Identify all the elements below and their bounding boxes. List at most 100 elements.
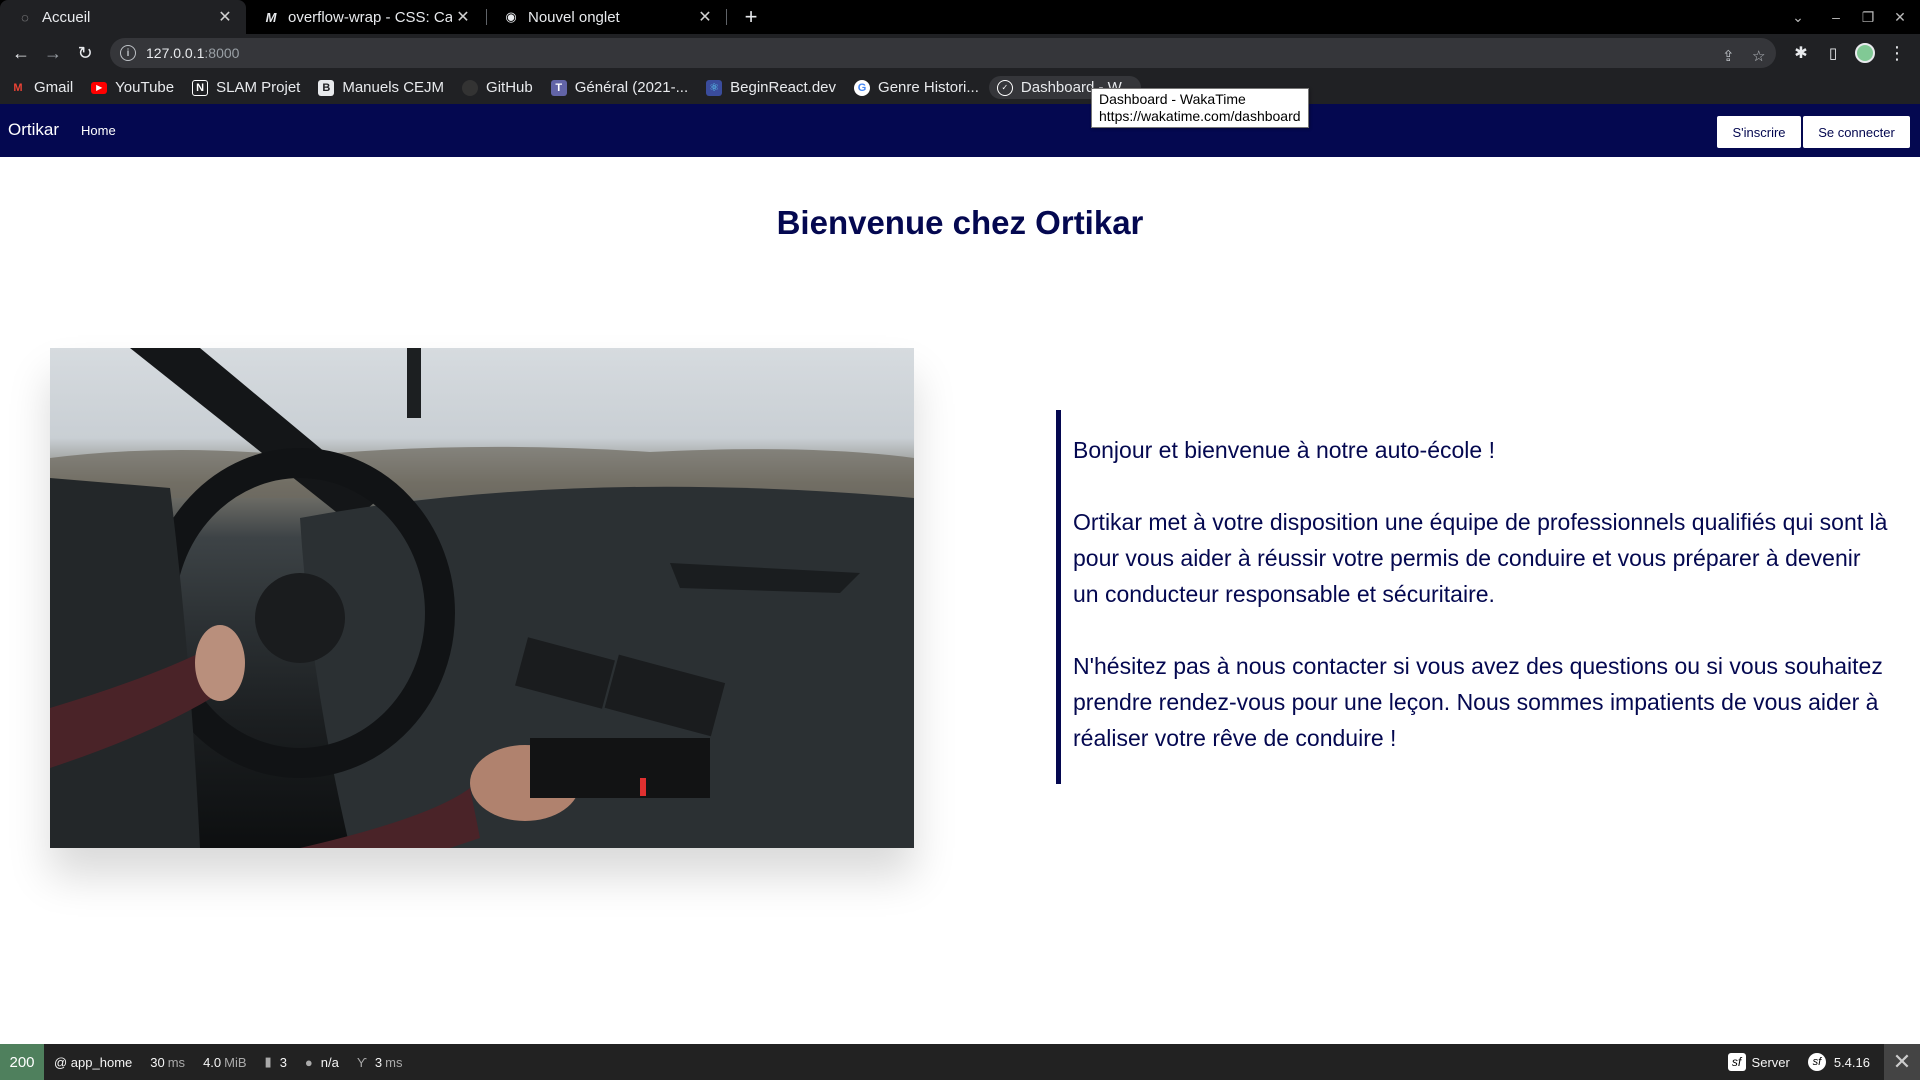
car-interior-photo [50, 348, 914, 848]
status-badge[interactable]: 200 [0, 1044, 44, 1080]
menu-icon[interactable]: ⋮ [1884, 40, 1910, 66]
back-icon[interactable]: ← [8, 40, 34, 66]
google-icon: G [854, 79, 871, 96]
bookmark-beginreact[interactable]: ⚛ BeginReact.dev [706, 79, 836, 96]
chrome-icon: ◉ [505, 9, 517, 24]
tab-nouvel-onglet[interactable]: ◉ Nouvel onglet ✕ [486, 0, 726, 34]
wakatime-icon: ✓ [996, 79, 1013, 96]
new-tab-button[interactable]: + [738, 4, 764, 30]
bookmark-gmail[interactable]: M Gmail [10, 79, 73, 96]
browser-toolbar: ← → ↻ i 127.0.0.1 :8000 ⇪ ☆ ✱ ▯ ⋮ [0, 34, 1920, 71]
nav-home-link[interactable]: Home [81, 123, 116, 138]
github-icon [462, 79, 479, 96]
twig-unit: ms [385, 1054, 403, 1070]
bookmark-label: Général (2021-... [574, 79, 689, 96]
bookmark-label: BeginReact.dev [730, 79, 837, 96]
notion-icon: N [192, 79, 209, 96]
gmail-icon: M [13, 81, 23, 94]
bookmark-label: GitHub [486, 79, 533, 96]
forward-icon[interactable]: → [40, 40, 66, 66]
signup-button[interactable]: S'inscrire [1717, 116, 1801, 148]
book-icon: B [318, 79, 335, 96]
version-item[interactable]: sf 5.4.16 [1807, 1053, 1870, 1071]
memory-value: 4.0 [203, 1054, 222, 1070]
tab-divider [726, 9, 727, 25]
side-panel-icon[interactable]: ▯ [1820, 40, 1846, 66]
extensions-icon[interactable]: ✱ [1788, 40, 1814, 66]
twig-value: 3 [374, 1054, 383, 1070]
globe-icon: ◌ [21, 9, 29, 25]
bookmark-label: Gmail [34, 79, 74, 96]
bookmark-label: SLAM Projet [216, 79, 301, 96]
symfony-debug-toolbar: 200 @ app_home 30 ms 4.0 MiB ▮ 3 ● n/a ϒ… [0, 1044, 1920, 1080]
minimize-icon[interactable]: – [1820, 0, 1852, 34]
tab-title: Nouvel onglet [528, 8, 620, 26]
tooltip-title: Dashboard - WakaTime [1099, 91, 1246, 107]
url-port: :8000 [204, 45, 240, 61]
site-info-icon[interactable]: i [120, 45, 136, 61]
bookmark-label: Manuels CEJM [342, 79, 445, 96]
bookmark-slam-projet[interactable]: N SLAM Projet [192, 79, 300, 96]
tab-title: overflow-wrap - CSS: Casc [288, 8, 452, 26]
time-unit: ms [167, 1054, 186, 1070]
welcome-paragraph: Bonjour et bienvenue à notre auto-école … [1073, 437, 1495, 463]
version-value: 5.4.16 [1833, 1054, 1870, 1070]
route-item[interactable]: @ app_home [54, 1055, 132, 1070]
brand-logo[interactable]: Ortikar [8, 120, 59, 140]
close-toolbar-button[interactable]: ✕ [1884, 1044, 1920, 1080]
close-icon[interactable]: ✕ [214, 7, 236, 27]
close-icon[interactable]: ✕ [694, 7, 716, 27]
user-value: n/a [320, 1054, 339, 1070]
memory-unit: MiB [224, 1054, 247, 1070]
bookmark-manuels-cejm[interactable]: B Manuels CEJM [318, 79, 444, 96]
tab-search-icon[interactable]: ⌄ [1782, 0, 1814, 34]
bookmarks-bar: M Gmail ▶ YouTube N SLAM Projet B Manuel… [0, 71, 1920, 104]
site-navbar: Ortikar Home S'inscrire Se connecter [0, 104, 1920, 157]
user-icon: ● [304, 1054, 313, 1070]
twig-item[interactable]: ϒ 3 ms [357, 1055, 403, 1070]
url-host: 127.0.0.1 [146, 45, 205, 61]
memory-item[interactable]: 4.0 MiB [203, 1055, 246, 1070]
profile-avatar[interactable] [1852, 40, 1878, 66]
tab-overflow-wrap[interactable]: M overflow-wrap - CSS: Casc ✕ [246, 0, 484, 34]
window-close-icon[interactable]: ✕ [1884, 0, 1916, 34]
symfony-icon: sf [1727, 1053, 1746, 1071]
bookmark-general[interactable]: T Général (2021-... [550, 79, 689, 96]
tooltip-url: https://wakatime.com/dashboard [1099, 108, 1301, 124]
welcome-paragraph: N'hésitez pas à nous contacter si vous a… [1073, 653, 1883, 751]
db-queries-value: 3 [279, 1054, 287, 1070]
bookmark-tooltip: Dashboard - WakaTime https://wakatime.co… [1091, 88, 1309, 128]
teams-icon: T [550, 79, 567, 96]
database-item[interactable]: ▮ 3 [265, 1054, 287, 1070]
time-value: 30 [150, 1054, 165, 1070]
debug-toolbar-right: sf Server sf 5.4.16 ✕ [1718, 1044, 1920, 1080]
user-item[interactable]: ● n/a [305, 1055, 339, 1070]
database-icon: ▮ [264, 1054, 272, 1069]
page-title: Bienvenue chez Ortikar [776, 204, 1144, 241]
react-icon: ⚛ [706, 79, 723, 96]
address-bar[interactable]: i 127.0.0.1 :8000 ⇪ ☆ [110, 38, 1776, 68]
bookmark-star-icon[interactable]: ☆ [1752, 47, 1765, 65]
welcome-blockquote: Bonjour et bienvenue à notre auto-école … [1056, 410, 1892, 784]
symfony-logo-icon: sf [1807, 1053, 1826, 1071]
reload-icon[interactable]: ↻ [72, 40, 98, 66]
restore-icon[interactable]: ❐ [1852, 0, 1884, 34]
browser-tab-strip: ◌ Accueil ✕ M overflow-wrap - CSS: Casc … [0, 0, 1920, 34]
bookmark-github[interactable]: GitHub [462, 79, 533, 96]
login-button[interactable]: Se connecter [1803, 116, 1910, 148]
twig-icon: ϒ [356, 1054, 367, 1070]
route-name: @ app_home [54, 1054, 133, 1070]
tab-title: Accueil [42, 8, 91, 26]
bookmark-label: YouTube [115, 79, 175, 96]
time-item[interactable]: 30 ms [150, 1055, 185, 1070]
share-icon[interactable]: ⇪ [1722, 47, 1735, 65]
server-item[interactable]: sf Server [1727, 1053, 1790, 1071]
close-icon[interactable]: ✕ [452, 7, 474, 27]
bookmark-label: Genre Histori... [878, 79, 979, 96]
youtube-icon: ▶ [91, 81, 108, 94]
tab-accueil[interactable]: ◌ Accueil ✕ [0, 0, 246, 34]
mdn-icon: M [265, 9, 277, 25]
server-label: Server [1751, 1054, 1790, 1070]
bookmark-youtube[interactable]: ▶ YouTube [91, 79, 174, 96]
bookmark-genre-histori[interactable]: G Genre Histori... [854, 79, 979, 96]
